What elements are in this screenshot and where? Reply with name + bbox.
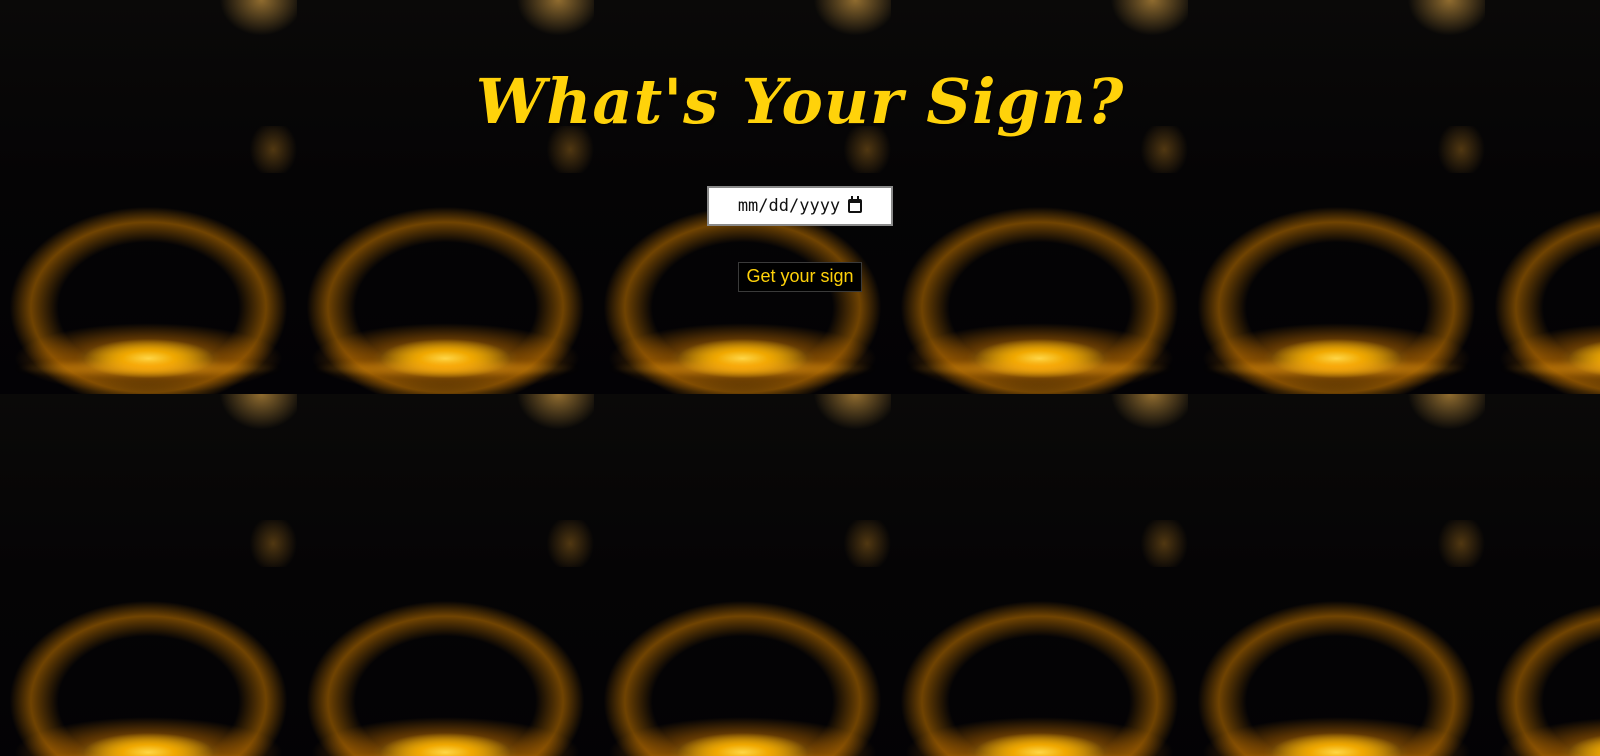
background-tile xyxy=(0,394,297,756)
date-placeholder: mm/dd/yyyy xyxy=(737,196,841,216)
background-tile xyxy=(1485,394,1600,756)
background-tile xyxy=(297,394,594,756)
calendar-icon[interactable] xyxy=(848,196,863,213)
page-title: What's Your Sign? xyxy=(475,65,1125,138)
main-content: What's Your Sign? mm/dd/yyyy Get your si… xyxy=(0,0,1600,292)
background-tile xyxy=(1188,394,1485,756)
get-sign-button[interactable]: Get your sign xyxy=(738,262,862,292)
background-tile xyxy=(594,394,891,756)
background-tile xyxy=(891,394,1188,756)
birthdate-input[interactable]: mm/dd/yyyy xyxy=(707,186,893,226)
